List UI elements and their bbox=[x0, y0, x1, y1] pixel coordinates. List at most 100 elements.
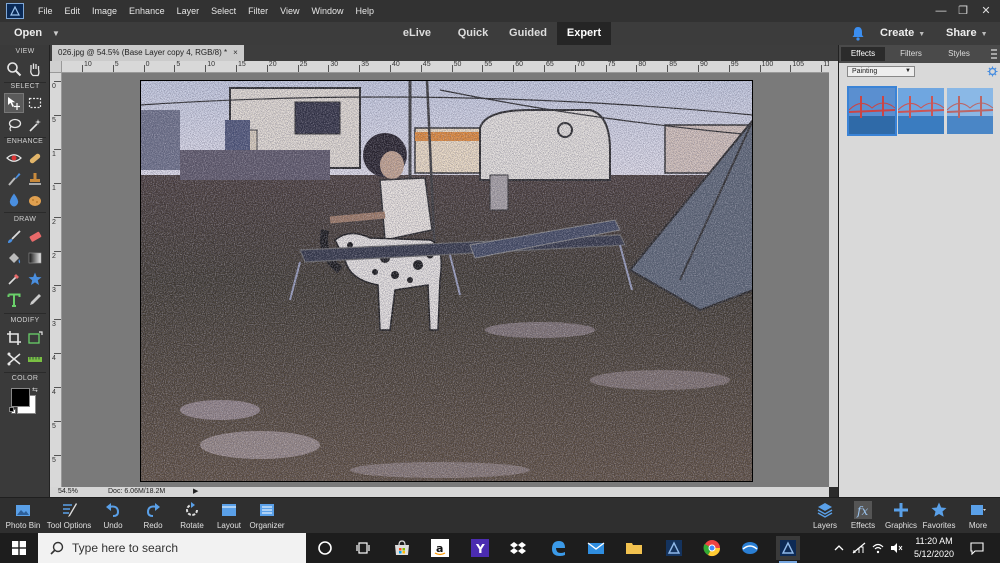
tool-options-button[interactable]: Tool Options bbox=[44, 501, 94, 533]
elements-organizer-app[interactable] bbox=[662, 536, 686, 560]
restore-button[interactable]: ❐ bbox=[952, 0, 974, 22]
wifi-icon[interactable] bbox=[871, 541, 885, 555]
move-tool[interactable] bbox=[4, 93, 24, 113]
menu-edit[interactable]: Edit bbox=[59, 0, 87, 22]
yahoo-app[interactable]: Y bbox=[468, 536, 492, 560]
tab-styles[interactable]: Styles bbox=[937, 47, 981, 61]
dropbox-icon bbox=[510, 542, 526, 554]
eyedropper-tool[interactable] bbox=[4, 269, 24, 289]
content-aware-move-tool[interactable] bbox=[4, 349, 24, 369]
photoshop-elements-app[interactable] bbox=[776, 536, 800, 563]
rotate-button[interactable]: Rotate bbox=[176, 501, 208, 533]
mode-quick[interactable]: Quick bbox=[450, 22, 496, 45]
task-view-button[interactable] bbox=[351, 536, 375, 560]
volume-icon[interactable] bbox=[889, 541, 903, 555]
undo-button[interactable]: Undo bbox=[98, 501, 128, 533]
eraser-tool[interactable] bbox=[25, 227, 45, 247]
bridge-thumb-3 bbox=[947, 88, 993, 134]
magic-wand-tool[interactable] bbox=[25, 115, 45, 135]
sponge-tool[interactable] bbox=[25, 190, 45, 210]
straighten-tool[interactable] bbox=[25, 349, 45, 369]
lasso-tool[interactable] bbox=[4, 115, 24, 135]
bell-icon[interactable] bbox=[851, 26, 865, 41]
clone-stamp-tool[interactable] bbox=[25, 169, 45, 189]
share-button[interactable]: Share ▼ bbox=[946, 22, 988, 46]
gradient-tool[interactable] bbox=[25, 248, 45, 268]
taskbar-search-input[interactable]: Type here to search bbox=[38, 533, 306, 563]
close-icon[interactable]: × bbox=[233, 48, 238, 57]
hand-tool[interactable] bbox=[25, 59, 45, 79]
amazon-app[interactable]: a bbox=[428, 536, 452, 560]
vertical-scrollbar[interactable] bbox=[829, 61, 838, 487]
notifications-icon[interactable] bbox=[970, 541, 984, 556]
document-tab[interactable]: 026.jpg @ 54.5% (Base Layer copy 4, RGB/… bbox=[52, 45, 244, 61]
minimize-button[interactable]: — bbox=[930, 0, 952, 22]
tab-effects[interactable]: Effects bbox=[841, 47, 885, 61]
paint-bucket-tool[interactable] bbox=[4, 248, 24, 268]
tray-clock[interactable]: 11:20 AM 5/12/2020 bbox=[906, 535, 962, 561]
menu-select[interactable]: Select bbox=[205, 0, 242, 22]
menu-view[interactable]: View bbox=[274, 0, 305, 22]
mode-expert[interactable]: Expert bbox=[557, 22, 611, 45]
close-window-button[interactable]: ✕ bbox=[975, 0, 997, 22]
effects-button[interactable]: fx Effects bbox=[846, 501, 880, 533]
layout-button[interactable]: Layout bbox=[214, 501, 244, 533]
crop-tool[interactable] bbox=[4, 328, 24, 348]
open-button[interactable]: Open bbox=[14, 22, 42, 45]
dropbox-app[interactable] bbox=[506, 536, 530, 560]
recompose-tool[interactable] bbox=[25, 328, 45, 348]
graphics-button[interactable]: Graphics bbox=[884, 501, 918, 533]
document-image[interactable] bbox=[140, 80, 753, 482]
smart-brush-tool[interactable] bbox=[4, 169, 24, 189]
brush-tool[interactable] bbox=[4, 227, 24, 247]
cortana-button[interactable] bbox=[313, 536, 337, 560]
chevron-down-icon[interactable]: ▼ bbox=[52, 22, 60, 45]
red-eye-tool[interactable] bbox=[4, 148, 24, 168]
redo-button[interactable]: Redo bbox=[138, 501, 168, 533]
file-explorer-app[interactable] bbox=[622, 536, 646, 560]
marquee-tool[interactable] bbox=[25, 93, 45, 113]
photo-bin-button[interactable]: Photo Bin bbox=[4, 501, 42, 533]
type-tool[interactable] bbox=[4, 290, 24, 310]
zoom-level[interactable]: 54.5% bbox=[58, 487, 78, 497]
more-button[interactable]: More bbox=[962, 501, 994, 533]
chevron-right-icon[interactable]: ▶ bbox=[193, 487, 198, 497]
favorites-button[interactable]: Favorites bbox=[920, 501, 958, 533]
create-button[interactable]: Create ▼ bbox=[880, 22, 925, 46]
chevron-up-icon[interactable] bbox=[832, 541, 846, 555]
menu-layer[interactable]: Layer bbox=[171, 0, 206, 22]
menu-file[interactable]: File bbox=[32, 0, 59, 22]
menu-help[interactable]: Help bbox=[349, 0, 380, 22]
effect-thumbnail[interactable] bbox=[898, 88, 944, 134]
mail-app[interactable] bbox=[584, 536, 608, 560]
gear-icon[interactable] bbox=[987, 66, 998, 77]
menu-image[interactable]: Image bbox=[86, 0, 123, 22]
menu-window[interactable]: Window bbox=[305, 0, 349, 22]
tab-filters[interactable]: Filters bbox=[889, 47, 933, 61]
edge-app[interactable] bbox=[546, 536, 570, 560]
menu-enhance[interactable]: Enhance bbox=[123, 0, 171, 22]
foreground-color-swatch[interactable] bbox=[11, 388, 30, 407]
battery-icon[interactable] bbox=[852, 541, 866, 555]
mode-guided[interactable]: Guided bbox=[503, 22, 553, 45]
layers-button[interactable]: Layers bbox=[808, 501, 842, 533]
store-app[interactable] bbox=[390, 536, 414, 560]
pencil-tool[interactable] bbox=[25, 290, 45, 310]
effect-thumbnail[interactable] bbox=[947, 88, 993, 134]
zoom-tool[interactable] bbox=[4, 59, 24, 79]
panel-menu-icon[interactable] bbox=[989, 47, 999, 61]
spot-healing-tool[interactable] bbox=[25, 148, 45, 168]
shape-tool[interactable] bbox=[25, 269, 45, 289]
paint-app[interactable] bbox=[738, 536, 762, 560]
chrome-app[interactable] bbox=[700, 536, 724, 560]
effect-category-select[interactable]: Painting ▼ bbox=[847, 66, 915, 77]
menu-filter[interactable]: Filter bbox=[242, 0, 274, 22]
default-colors-icon[interactable] bbox=[9, 407, 17, 415]
mode-elive[interactable]: eLive bbox=[396, 22, 438, 45]
organizer-button[interactable]: Organizer bbox=[248, 501, 286, 533]
blur-tool[interactable] bbox=[4, 190, 24, 210]
horizontal-scrollbar[interactable] bbox=[200, 487, 829, 497]
swap-colors-icon[interactable]: ⇆ bbox=[32, 387, 40, 395]
start-button[interactable] bbox=[0, 533, 38, 563]
effect-thumbnail[interactable] bbox=[847, 86, 897, 136]
